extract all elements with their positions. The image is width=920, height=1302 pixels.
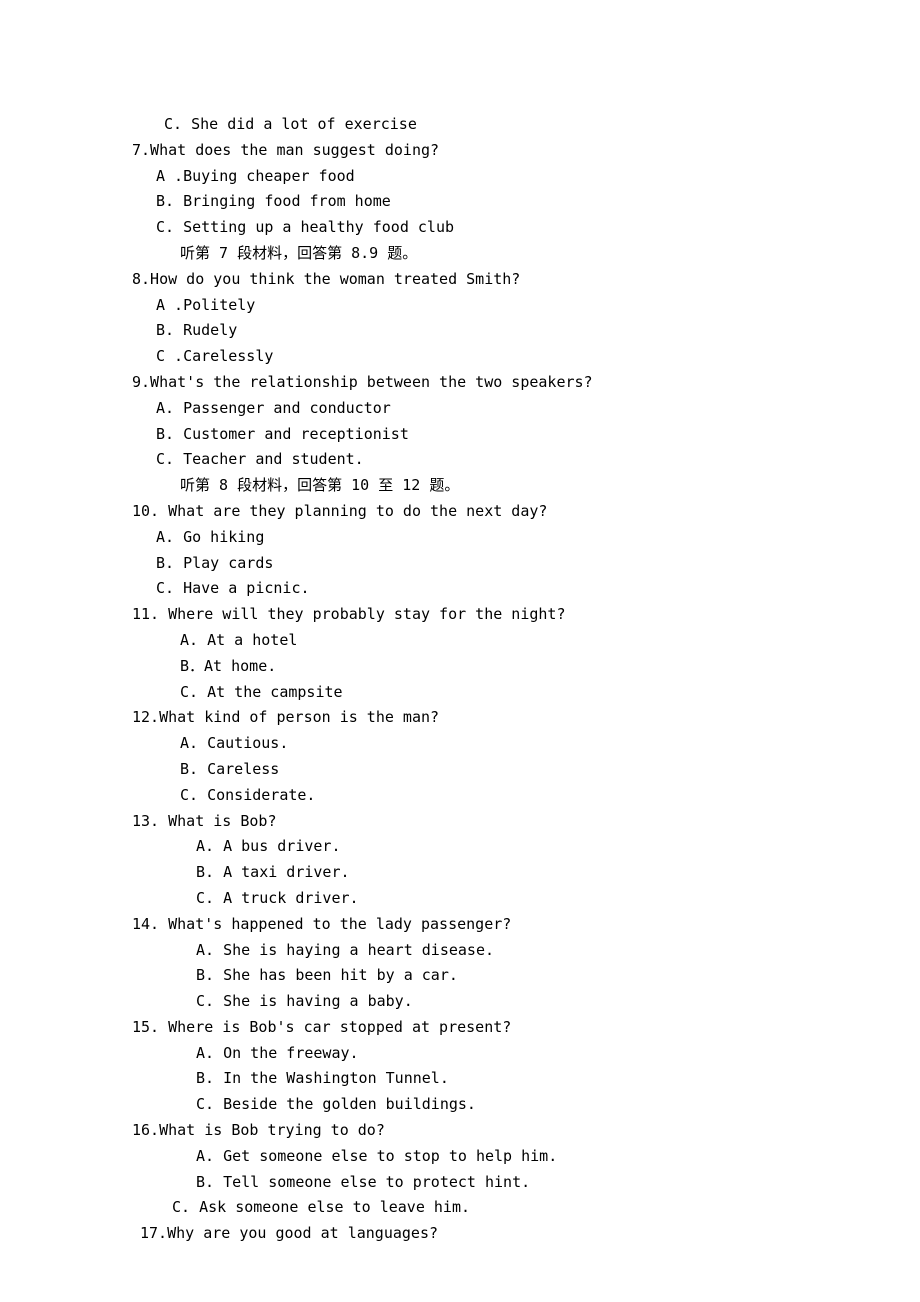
text-line: A. At a hotel [132,628,790,654]
text-line: 听第 7 段材料，回答第 8.9 题。 [132,241,790,267]
text-line: C. She did a lot of exercise [132,112,790,138]
text-line: 9.What's the relationship between the tw… [132,370,790,396]
text-line: 10. What are they planning to do the nex… [132,499,790,525]
text-line: C. At the campsite [132,680,790,706]
text-line: A. Go hiking [132,525,790,551]
text-line: 14. What's happened to the lady passenge… [132,912,790,938]
text-line: B. Tell someone else to protect hint. [132,1170,790,1196]
text-line: B. In the Washington Tunnel. [132,1066,790,1092]
text-line: B. Bringing food from home [132,189,790,215]
text-line: B. Rudely [132,318,790,344]
text-line: 12.What kind of person is the man? [132,705,790,731]
text-line: C .Carelessly [132,344,790,370]
text-line: C. Considerate. [132,783,790,809]
text-line: A .Buying cheaper food [132,164,790,190]
text-line: C. Ask someone else to leave him. [132,1195,790,1221]
text-line: A. Passenger and conductor [132,396,790,422]
text-line: B. Customer and receptionist [132,422,790,448]
text-line: 17.Why are you good at languages? [132,1221,790,1247]
document-page: C. She did a lot of exercise7.What does … [0,0,920,1302]
text-line: C. Setting up a healthy food club [132,215,790,241]
text-line: C. A truck driver. [132,886,790,912]
content-block: C. She did a lot of exercise7.What does … [132,112,790,1247]
text-line: 7.What does the man suggest doing? [132,138,790,164]
text-line: B．At home. [132,654,790,680]
text-line: A. On the freeway. [132,1041,790,1067]
text-line: B. Careless [132,757,790,783]
text-line: A. She is haying a heart disease. [132,938,790,964]
text-line: A. Cautious. [132,731,790,757]
text-line: A. A bus driver. [132,834,790,860]
text-line: C. Have a picnic. [132,576,790,602]
text-line: C. She is having a baby. [132,989,790,1015]
text-line: 听第 8 段材料，回答第 10 至 12 题。 [132,473,790,499]
text-line: 16.What is Bob trying to do? [132,1118,790,1144]
text-line: 15. Where is Bob's car stopped at presen… [132,1015,790,1041]
text-line: 8.How do you think the woman treated Smi… [132,267,790,293]
text-line: A. Get someone else to stop to help him. [132,1144,790,1170]
text-line: C. Teacher and student. [132,447,790,473]
text-line: C. Beside the golden buildings. [132,1092,790,1118]
text-line: 13. What is Bob? [132,809,790,835]
text-line: B. She has been hit by a car. [132,963,790,989]
text-line: B. A taxi driver. [132,860,790,886]
text-line: 11. Where will they probably stay for th… [132,602,790,628]
text-line: B. Play cards [132,551,790,577]
text-line: A .Politely [132,293,790,319]
